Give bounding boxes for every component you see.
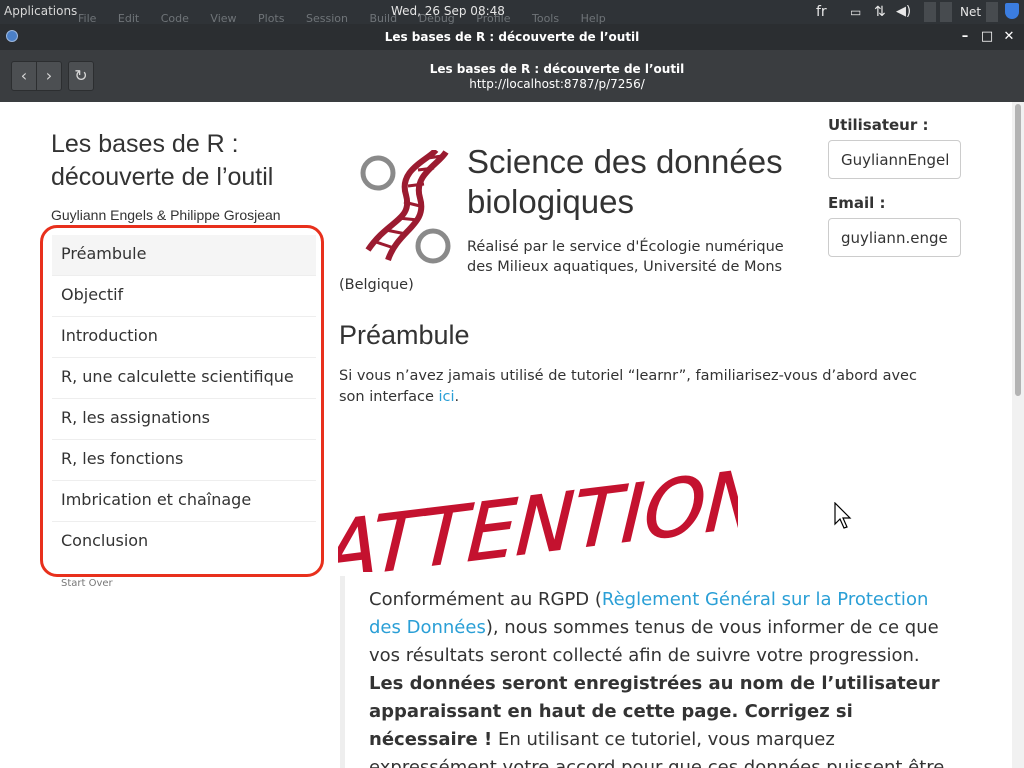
gdpr-text-start: Conformément au RGPD (	[369, 589, 602, 610]
intro-link[interactable]: ici	[439, 389, 455, 405]
mouse-cursor-icon	[834, 502, 852, 529]
window-title-bar: Les bases de R : découverte de l’outil –…	[0, 24, 1024, 50]
attention-text: ATTENTION!	[338, 447, 738, 572]
page-scrollbar[interactable]	[1012, 102, 1024, 768]
section-title: Préambule	[339, 320, 470, 350]
volume-icon[interactable]: ◀)	[896, 3, 911, 21]
site-subtitle: Réalisé par le service d'Écologie numéri…	[467, 239, 784, 275]
viewer-toolbar: ‹ › ↻ Les bases de R : découverte de l’o…	[0, 50, 1024, 102]
intro-paragraph: Si vous n’avez jamais utilisé de tutorie…	[339, 366, 939, 408]
email-input[interactable]	[828, 218, 961, 257]
intro-text: Si vous n’avez jamais utilisé de tutorie…	[339, 368, 917, 405]
tutorial-page: Les bases de R : découverte de l’outil G…	[0, 102, 1012, 768]
clock[interactable]: Wed, 26 Sep 08:48	[391, 4, 505, 18]
tray-graph-icon	[986, 2, 998, 22]
system-top-bar: Applications File Edit Code View Plots S…	[0, 0, 1024, 25]
site-subtitle-tail: (Belgique)	[339, 277, 414, 293]
site-title: Science des données biologiques	[467, 143, 783, 220]
close-icon[interactable]: ✕	[1000, 28, 1018, 46]
battery-icon[interactable]: ▭	[850, 3, 861, 21]
intro-period: .	[454, 389, 460, 405]
maximize-icon[interactable]: □	[978, 28, 996, 46]
network-updown-icon[interactable]: ⇅	[874, 3, 886, 21]
attention-image: ATTENTION!	[338, 447, 738, 572]
sdd-logo	[360, 150, 451, 264]
authors: Guyliann Engels & Philippe Grosjean	[51, 207, 281, 223]
keyboard-layout-indicator[interactable]: fr	[816, 3, 827, 21]
shield-icon[interactable]	[1005, 3, 1019, 19]
gdpr-notice: Conformément au RGPD (Règlement Général …	[340, 576, 945, 768]
start-over-link[interactable]: Start Over	[61, 578, 113, 589]
window-title: Les bases de R : découverte de l’outil	[384, 30, 640, 44]
user-input[interactable]	[828, 140, 961, 179]
viewer-url: http://localhost:8787/p/7256/	[469, 77, 645, 91]
applications-menu[interactable]: Applications	[4, 4, 77, 18]
tray-separator-icon	[924, 2, 936, 22]
toc-highlight-annotation	[40, 225, 324, 577]
tray-monitor-icon	[940, 2, 952, 22]
gdpr-text: Conformément au RGPD (Règlement Général …	[369, 586, 949, 768]
viewer-page-title: Les bases de R : découverte de l’outil	[429, 62, 685, 76]
tutorial-title: Les bases de R : découverte de l’outil	[51, 130, 274, 191]
email-label: Email :	[828, 194, 886, 212]
minimize-icon[interactable]: –	[956, 28, 974, 46]
network-label[interactable]: Net	[960, 3, 981, 21]
system-tray: fr ▭ ⇅ ◀) Net	[814, 0, 1024, 24]
user-label: Utilisateur :	[828, 116, 929, 134]
scrollbar-thumb[interactable]	[1015, 104, 1021, 396]
